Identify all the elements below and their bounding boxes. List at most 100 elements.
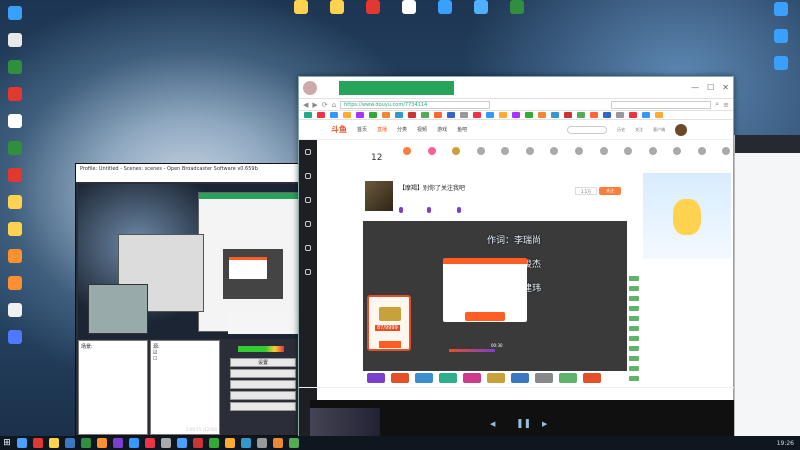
desktop-icon[interactable]	[766, 29, 796, 44]
bookmark-icon[interactable]	[434, 112, 442, 118]
right-window-row[interactable]	[735, 270, 800, 279]
taskbar-app-icon[interactable]	[193, 438, 203, 448]
nav-history[interactable]: 历史	[617, 127, 625, 133]
site-sidebar-item[interactable]	[299, 188, 317, 212]
gift-shortcut-icon[interactable]	[391, 373, 409, 383]
bookmark-icon[interactable]	[616, 112, 624, 118]
bookmark-icon[interactable]	[447, 112, 455, 118]
refresh-icon[interactable]: ⟳	[322, 101, 328, 109]
close-icon[interactable]: ✕	[722, 83, 729, 92]
bookmark-icon[interactable]	[551, 112, 559, 118]
bookmark-icon[interactable]	[395, 112, 403, 118]
video-thumbnail[interactable]	[310, 408, 380, 436]
obs-scenes-panel[interactable]: 场景:	[78, 340, 148, 435]
menu-icon[interactable]: ≡	[723, 101, 729, 109]
bookmark-icon[interactable]	[577, 112, 585, 118]
gift-item[interactable]	[693, 147, 710, 156]
browser-tab[interactable]	[339, 80, 454, 95]
desktop-icon[interactable]	[0, 33, 30, 48]
right-window-row[interactable]	[735, 306, 800, 315]
desktop-icon[interactable]	[502, 0, 532, 15]
minimize-icon[interactable]: —	[691, 83, 699, 92]
avatar[interactable]	[303, 80, 317, 95]
nav-games[interactable]: 游戏	[437, 126, 447, 133]
bookmark-icon[interactable]	[525, 112, 533, 118]
site-search-input[interactable]	[567, 125, 608, 134]
bookmark-icon[interactable]	[317, 112, 325, 118]
taskbar-app-icon[interactable]	[177, 438, 187, 448]
treasure-card[interactable]: 87/9999	[367, 295, 411, 351]
gift-item[interactable]	[522, 147, 539, 156]
taskbar-app-icon[interactable]	[273, 438, 283, 448]
video-player[interactable]: 作词：李瑞尚 作曲：林俊杰 编曲：陈建玮 87/9999 00:30	[363, 221, 627, 371]
site-sidebar-item[interactable]	[299, 260, 317, 284]
home-icon[interactable]: ⌂	[332, 101, 336, 109]
taskbar-app-icon[interactable]	[81, 438, 91, 448]
site-sidebar-item[interactable]	[299, 212, 317, 236]
gift-shortcut-icon[interactable]	[415, 373, 433, 383]
taskbar-app-icon[interactable]	[113, 438, 123, 448]
obs-window[interactable]: Profile: Untitled - Scenes: scenes - Ope…	[75, 163, 305, 436]
obs-sources-panel[interactable]: 源: ☑ ☐	[150, 340, 220, 435]
video-panel[interactable]: ◀ ❚❚ ▶	[310, 400, 740, 436]
right-window-row[interactable]	[735, 288, 800, 297]
right-banner[interactable]	[643, 173, 731, 259]
bookmark-icon[interactable]	[408, 112, 416, 118]
taskbar-app-icon[interactable]	[225, 438, 235, 448]
bookmark-icon[interactable]	[460, 112, 468, 118]
desktop-icon[interactable]	[0, 168, 30, 183]
gift-item[interactable]	[718, 147, 735, 156]
bookmark-icon[interactable]	[421, 112, 429, 118]
taskbar-app-icon[interactable]	[65, 438, 75, 448]
douyu-logo[interactable]: 斗鱼	[331, 124, 347, 135]
desktop-icon[interactable]	[358, 0, 388, 15]
address-bar[interactable]: https://www.douyu.com/7734114	[340, 100, 491, 109]
desktop-icon[interactable]	[0, 330, 30, 345]
player-progress[interactable]	[449, 349, 495, 352]
taskbar-app-icon[interactable]	[97, 438, 107, 448]
next-icon[interactable]: ▶	[542, 420, 547, 428]
right-window-row[interactable]	[735, 324, 800, 333]
desktop-icon[interactable]	[0, 195, 30, 210]
site-sidebar-item[interactable]	[299, 164, 317, 188]
gift-item[interactable]	[473, 147, 490, 156]
desktop-icon[interactable]	[0, 249, 30, 264]
back-icon[interactable]: ◀	[303, 101, 308, 109]
obs-global-sources-button[interactable]	[230, 380, 296, 389]
gift-item[interactable]	[399, 147, 416, 156]
desktop-icon[interactable]	[0, 303, 30, 318]
gift-shortcut-icon[interactable]	[367, 373, 385, 383]
bookmark-icon[interactable]	[499, 112, 507, 118]
search-icon[interactable]: ⌕	[715, 100, 719, 109]
bookmark-icon[interactable]	[304, 112, 312, 118]
desktop-icon[interactable]	[0, 114, 30, 129]
bookmark-icon[interactable]	[486, 112, 494, 118]
taskbar-app-icon[interactable]	[33, 438, 43, 448]
taskbar-app-icon[interactable]	[257, 438, 267, 448]
taskbar-app-icon[interactable]	[209, 438, 219, 448]
desktop-icon[interactable]	[430, 0, 460, 15]
taskbar-app-icon[interactable]	[161, 438, 171, 448]
obs-plugins-button[interactable]	[230, 391, 296, 400]
desktop-icon[interactable]	[766, 56, 796, 71]
desktop-icon[interactable]	[394, 0, 424, 15]
obs-stop-stream-button[interactable]	[230, 402, 296, 411]
gift-item[interactable]	[644, 147, 661, 156]
desktop-icon[interactable]	[766, 2, 796, 17]
bookmark-icon[interactable]	[369, 112, 377, 118]
pause-icon[interactable]: ❚❚	[516, 419, 531, 429]
gift-shortcut-icon[interactable]	[463, 373, 481, 383]
card-button[interactable]	[379, 341, 401, 348]
bookmark-icon[interactable]	[330, 112, 338, 118]
gift-shortcut-icon[interactable]	[439, 373, 457, 383]
start-icon[interactable]: ⊞	[0, 436, 14, 450]
right-window-row[interactable]	[735, 243, 800, 252]
desktop-icon[interactable]	[0, 222, 30, 237]
gift-item[interactable]	[448, 147, 465, 156]
taskbar-app-icon[interactable]	[129, 438, 139, 448]
bookmark-icon[interactable]	[538, 112, 546, 118]
right-window-row[interactable]	[735, 261, 800, 270]
bookmark-icon[interactable]	[590, 112, 598, 118]
nav-client[interactable]: 客户端	[653, 127, 665, 133]
nav-forum[interactable]: 鱼吧	[457, 126, 467, 133]
